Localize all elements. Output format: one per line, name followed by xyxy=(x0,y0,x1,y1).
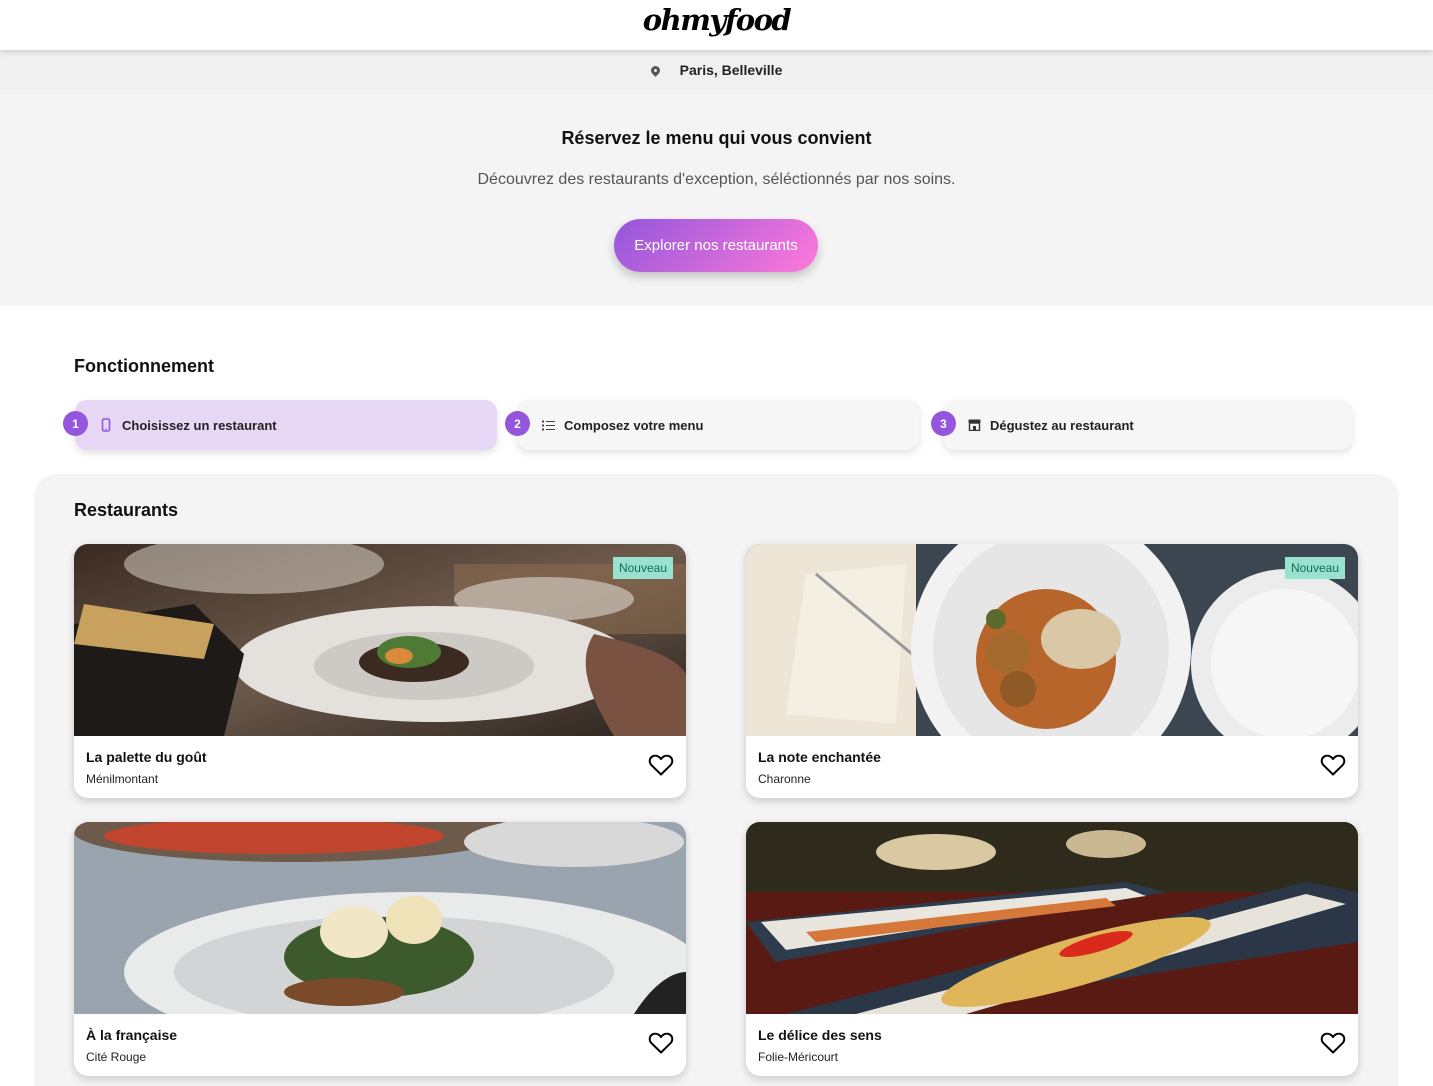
restaurant-area: Ménilmontant xyxy=(86,772,159,786)
step-label: Choisissez un restaurant xyxy=(122,418,277,433)
site-header: ohmyfood xyxy=(0,0,1433,50)
mobile-phone-icon xyxy=(99,418,113,432)
step-number: 3 xyxy=(931,411,956,436)
restaurant-area: Cité Rouge xyxy=(86,1050,147,1064)
hero-section: Réservez le menu qui vous convient Décou… xyxy=(0,90,1433,306)
map-pin-icon xyxy=(648,63,662,77)
restaurant-card[interactable]: À la française Cité Rouge xyxy=(74,822,686,1076)
store-icon xyxy=(967,418,981,432)
heart-outline-icon[interactable] xyxy=(1320,753,1346,777)
restaurant-name: La note enchantée xyxy=(758,749,881,765)
hero-title: Réservez le menu qui vous convient xyxy=(561,128,872,148)
restaurant-card[interactable]: Nouveau La palette du goût Ménilmontant xyxy=(74,544,686,798)
restaurant-name: Le délice des sens xyxy=(758,1027,882,1043)
how-it-works-title: Fonctionnement xyxy=(74,356,214,376)
location-bar: Paris, Belleville xyxy=(0,50,1433,90)
restaurant-area: Charonne xyxy=(758,772,811,786)
restaurant-photo xyxy=(74,544,686,736)
restaurant-area: Folie-Méricourt xyxy=(758,1050,839,1064)
step-choose-restaurant: 1 Choisissez un restaurant xyxy=(63,400,497,450)
restaurant-name: La palette du goût xyxy=(86,749,207,765)
step-enjoy-restaurant: 3 Dégustez au restaurant xyxy=(931,400,1352,450)
list-icon xyxy=(541,418,555,432)
step-label: Composez votre menu xyxy=(564,418,704,433)
restaurants-title: Restaurants xyxy=(74,500,179,520)
restaurant-card[interactable]: Nouveau La note enchantée Charonne xyxy=(746,544,1358,798)
restaurant-name: À la française xyxy=(86,1027,178,1043)
step-number: 2 xyxy=(505,411,530,436)
heart-outline-icon[interactable] xyxy=(1320,1031,1346,1055)
restaurant-photo xyxy=(746,822,1358,1014)
step-compose-menu: 2 Composez votre menu xyxy=(505,400,919,450)
restaurant-card[interactable]: Le délice des sens Folie-Méricourt xyxy=(746,822,1358,1076)
step-number: 1 xyxy=(63,411,88,436)
location-label: Paris, Belleville xyxy=(679,62,783,78)
restaurant-photo xyxy=(746,544,1358,736)
explore-restaurants-button[interactable]: Explorer nos restaurants xyxy=(614,219,818,272)
new-badge: Nouveau xyxy=(1285,557,1345,579)
hero-subtitle: Découvrez des restaurants d'exception, s… xyxy=(477,171,956,188)
heart-outline-icon[interactable] xyxy=(648,753,674,777)
logo[interactable]: ohmyfood xyxy=(643,3,792,37)
heart-outline-icon[interactable] xyxy=(648,1031,674,1055)
new-badge: Nouveau xyxy=(613,557,673,579)
step-label: Dégustez au restaurant xyxy=(990,418,1134,433)
restaurant-photo xyxy=(74,822,686,1014)
